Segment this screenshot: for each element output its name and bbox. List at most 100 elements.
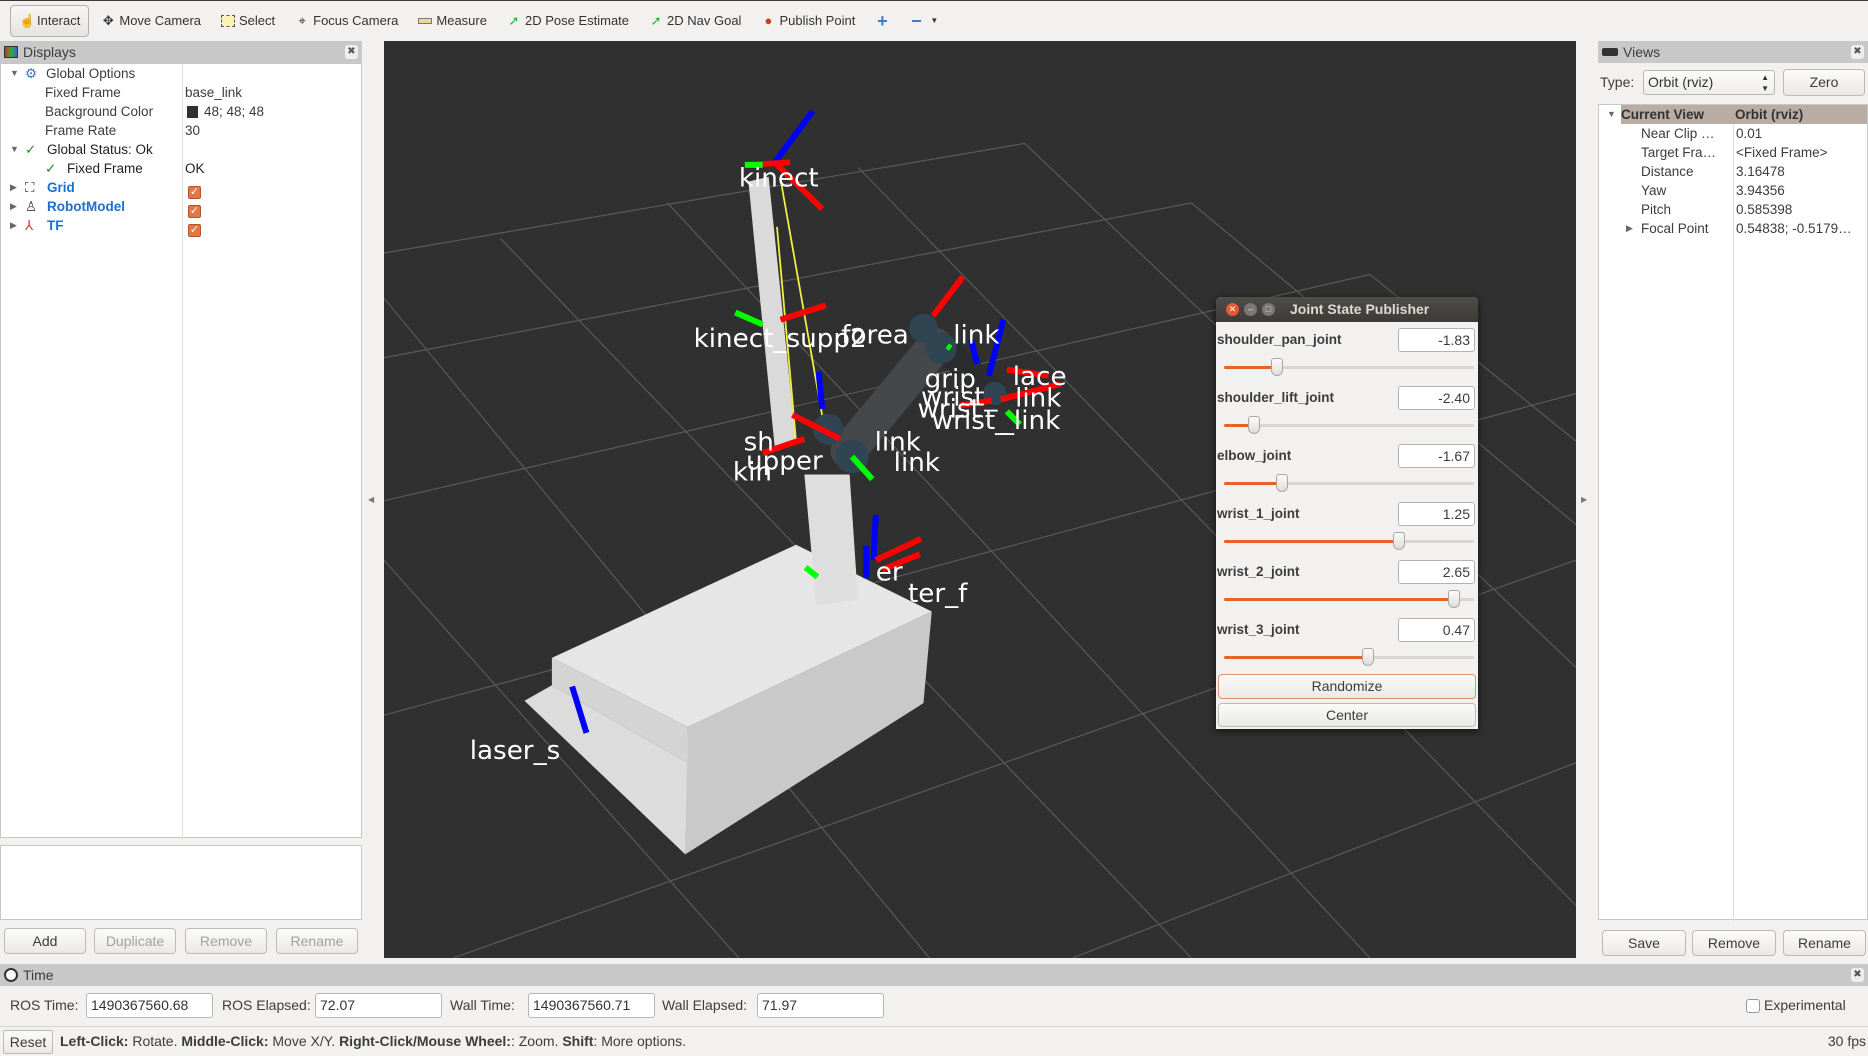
joint-name: elbow_joint (1217, 448, 1292, 463)
expand-right-icon[interactable]: ▶ (10, 178, 17, 197)
tool-publish-point[interactable]: ● Publish Point (753, 5, 863, 37)
experimental-checkbox[interactable] (1746, 999, 1760, 1013)
tool-2d-pose-estimate[interactable]: ➚ 2D Pose Estimate (499, 5, 637, 37)
close-icon[interactable]: ✖ (1851, 45, 1864, 59)
randomize-button[interactable]: Randomize (1218, 674, 1476, 699)
joint-slider[interactable] (1224, 474, 1474, 492)
ros-time-field[interactable]: 1490367560.68 (86, 993, 213, 1018)
slider-fill (1224, 540, 1399, 543)
joint-slider[interactable] (1224, 648, 1474, 666)
view-prop-row[interactable]: Distance 3.16478 (1599, 162, 1867, 181)
expand-down-icon[interactable]: ▼ (1607, 109, 1616, 119)
frame-label: ter_f (908, 579, 968, 609)
rename-view-button[interactable]: Rename (1783, 930, 1866, 956)
close-window-icon[interactable]: ✕ (1226, 303, 1239, 316)
wall-elapsed-field[interactable]: 71.97 (757, 993, 884, 1018)
display-item-robotmodel[interactable]: ▶ ♙ RobotModel ✓ (1, 197, 361, 218)
remove-view-button[interactable]: Remove (1692, 930, 1776, 956)
view-prop-row[interactable]: Yaw 3.94356 (1599, 181, 1867, 200)
add-display-button[interactable]: Add (4, 928, 86, 954)
color-swatch[interactable] (187, 106, 198, 118)
tool-select[interactable]: Select (213, 5, 283, 37)
frame-label: _link (1000, 406, 1061, 436)
green-arrow-icon: ➚ (508, 12, 520, 28)
slider-thumb[interactable] (1448, 590, 1460, 608)
expand-right-icon[interactable]: ▶ (10, 216, 17, 235)
view-prop-row[interactable]: Pitch 0.585398 (1599, 200, 1867, 219)
wall-elapsed-label: Wall Elapsed: (662, 997, 748, 1013)
slider-fill (1224, 366, 1277, 369)
joint-value-field[interactable]: -1.67 (1398, 444, 1475, 468)
slider-thumb[interactable] (1270, 358, 1283, 376)
tool-2d-nav-goal[interactable]: ➚ 2D Nav Goal (641, 5, 749, 37)
tree-row-background-color[interactable]: Background Color 48; 48; 48 (1, 102, 361, 121)
close-icon[interactable]: ✖ (1851, 968, 1864, 982)
center-button[interactable]: Center (1218, 703, 1476, 727)
displays-header: Displays ✖ (0, 41, 362, 63)
tree-row-fixed-frame[interactable]: Fixed Frame base_link (1, 83, 361, 102)
remove-tool-button[interactable]: − ▼ (901, 5, 949, 37)
joint-value-field[interactable]: 2.65 (1398, 560, 1475, 584)
reset-button[interactable]: Reset (3, 1030, 53, 1054)
joint-slider[interactable] (1224, 416, 1474, 434)
joint-state-publisher-window: Joint State Publisher ✕ – □ shoulder_pan… (1216, 297, 1478, 729)
expand-right-icon[interactable]: ▶ (10, 197, 17, 216)
tree-row-status-fixed-frame[interactable]: ✓ Fixed Frame OK (1, 159, 361, 178)
remove-display-button[interactable]: Remove (185, 928, 267, 954)
save-view-button[interactable]: Save (1602, 930, 1686, 956)
checkmark-icon: ✓ (45, 161, 57, 176)
slider-thumb[interactable] (1275, 474, 1288, 492)
tree-row-global-options[interactable]: ▼ ⚙ Global Options (1, 64, 361, 83)
view-prop-row[interactable]: Near Clip … 0.01 (1599, 124, 1867, 143)
tree-row-frame-rate[interactable]: Frame Rate 30 (1, 121, 361, 140)
expand-right-icon[interactable]: ▶ (1626, 219, 1633, 238)
expand-down-icon[interactable]: ▼ (10, 64, 19, 83)
current-view-row[interactable]: Current View Orbit (rviz) (1621, 105, 1867, 124)
tf-enabled-checkbox[interactable]: ✓ (188, 219, 201, 238)
frame-label: link (894, 448, 941, 478)
tool-interact[interactable]: ☝ Interact (10, 4, 90, 37)
green-arrow-icon: ➚ (650, 12, 662, 28)
tool-measure[interactable]: Measure (410, 5, 495, 37)
joint-value-field[interactable]: 0.47 (1398, 618, 1475, 642)
display-description-box (0, 845, 362, 920)
joint-value-field[interactable]: 1.25 (1398, 502, 1475, 526)
expand-down-icon[interactable]: ▼ (10, 140, 19, 159)
tool-focus-camera[interactable]: ⌖ Focus Camera (287, 5, 406, 37)
tree-row-global-status[interactable]: ▼ ✓ Global Status: Ok (1, 140, 361, 159)
joint-slider[interactable] (1224, 532, 1474, 550)
ros-time-label: ROS Time: (10, 997, 79, 1013)
frame-label: link (953, 320, 1000, 350)
slider-thumb[interactable] (1393, 532, 1405, 550)
collapse-left-handle[interactable]: ◀ (368, 495, 374, 504)
joint-slider[interactable] (1224, 358, 1474, 376)
tool-move-camera[interactable]: ✥ Move Camera (93, 5, 209, 37)
zero-button[interactable]: Zero (1783, 69, 1865, 96)
collapse-right-handle[interactable]: ▶ (1581, 495, 1587, 504)
display-item-grid[interactable]: ▶ ⛶ Grid ✓ (1, 178, 361, 199)
ros-elapsed-field[interactable]: 72.07 (315, 993, 442, 1018)
status-hint: Left-Click: Rotate. Middle-Click: Move X… (60, 1033, 687, 1049)
view-type-select[interactable]: Orbit (rviz) ▲ ▼ (1643, 70, 1775, 95)
clock-icon (4, 968, 18, 982)
frame-label: kin (733, 457, 772, 487)
close-icon[interactable]: ✖ (345, 45, 358, 59)
joint-slider[interactable] (1224, 590, 1474, 608)
wall-time-field[interactable]: 1490367560.71 (528, 993, 655, 1018)
joint-name: wrist_1_joint (1217, 506, 1300, 521)
maximize-window-icon[interactable]: □ (1262, 303, 1275, 316)
slider-thumb[interactable] (1248, 416, 1260, 434)
view-prop-row[interactable]: ▶ Focal Point 0.54838; -0.5179… (1599, 219, 1867, 238)
joint-value-field[interactable]: -2.40 (1398, 386, 1475, 410)
display-item-tf[interactable]: ▶ ⅄ TF ✓ (1, 216, 361, 238)
rename-display-button[interactable]: Rename (276, 928, 358, 954)
add-tool-button[interactable]: + (867, 5, 897, 37)
minimize-window-icon[interactable]: – (1244, 303, 1257, 316)
duplicate-display-button[interactable]: Duplicate (94, 928, 176, 954)
view-prop-row[interactable]: Target Fra… <Fixed Frame> (1599, 143, 1867, 162)
slider-fill (1224, 482, 1282, 485)
joint-value-field[interactable]: -1.83 (1398, 328, 1475, 352)
divider (0, 1026, 1868, 1027)
minus-icon: − (911, 10, 922, 31)
slider-thumb[interactable] (1361, 648, 1374, 666)
